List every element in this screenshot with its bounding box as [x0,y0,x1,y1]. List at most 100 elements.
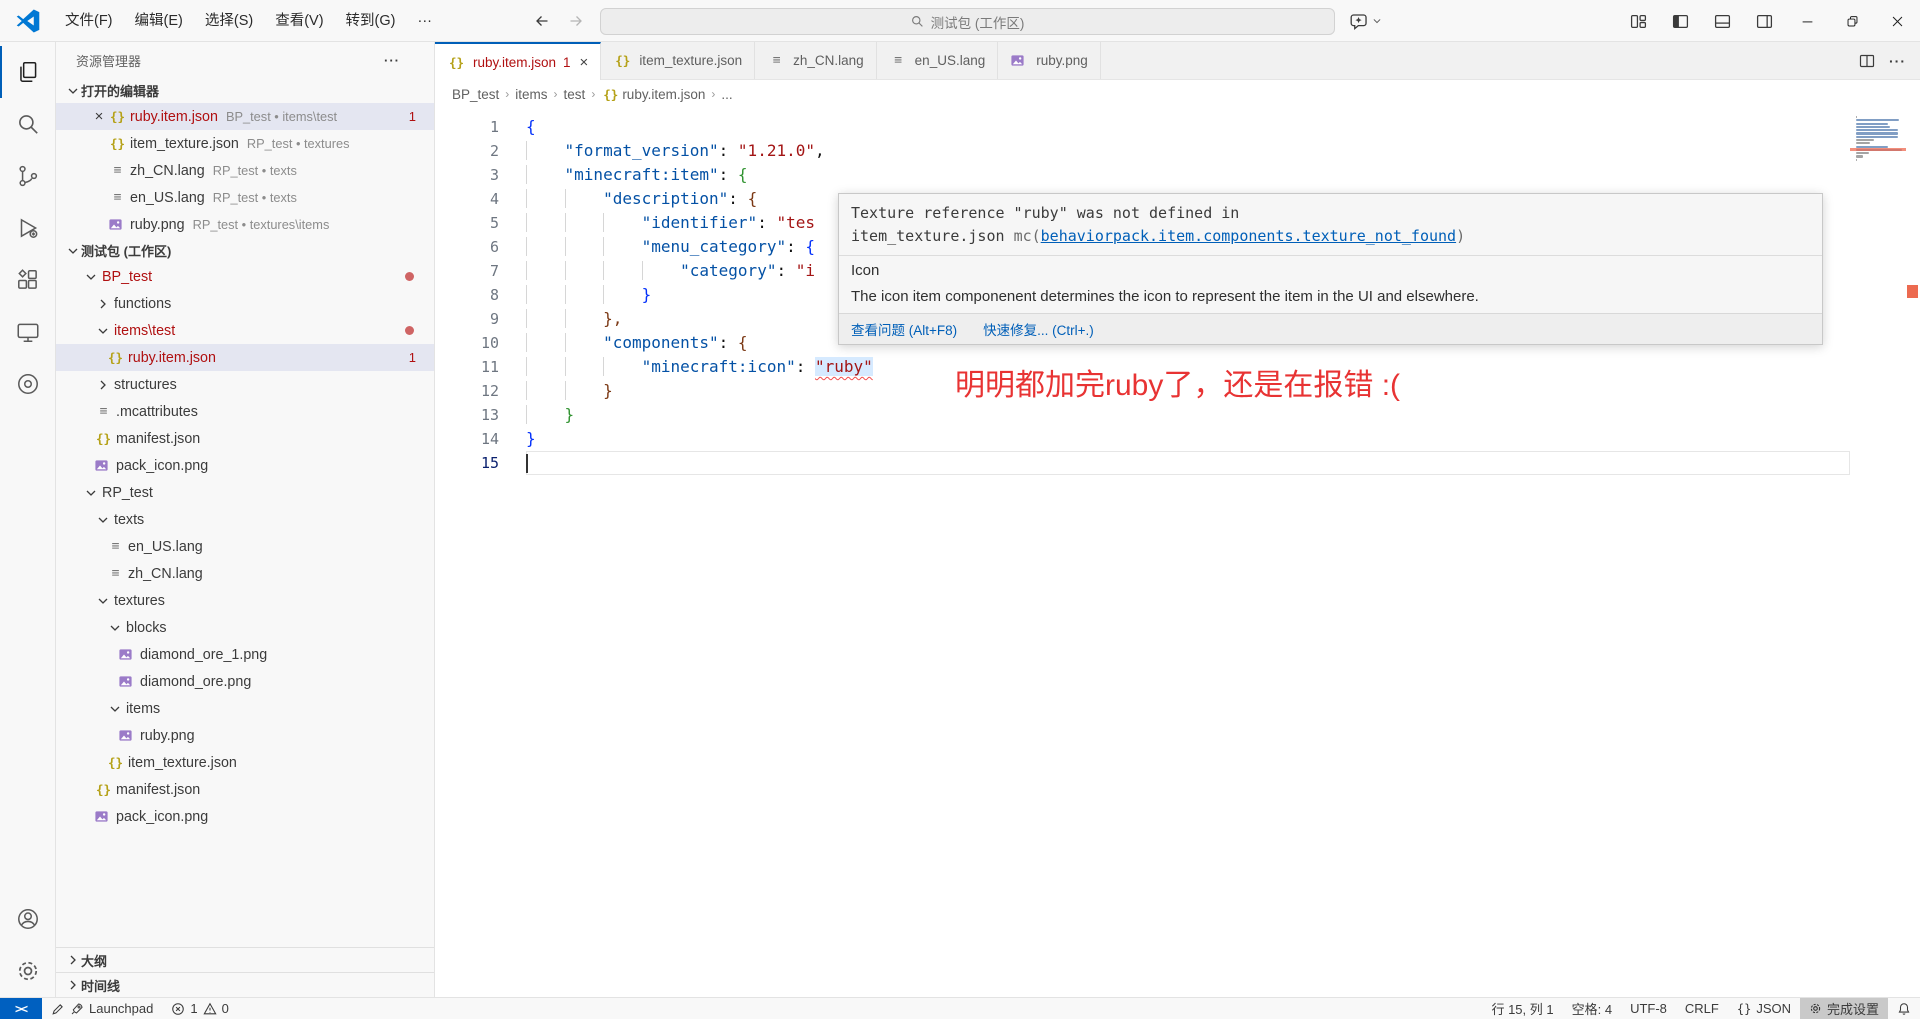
tab-en_US.lang[interactable]: ≡en_US.lang [877,42,999,79]
line-number[interactable]: 11 [435,355,526,379]
line-number[interactable]: 6 [435,235,526,259]
breadcrumb-item[interactable]: BP_test [452,87,499,102]
breadcrumb-item[interactable]: items [515,87,547,102]
line-number[interactable]: 5 [435,211,526,235]
tree-file[interactable]: pack_icon.png [56,803,434,830]
code-line[interactable]: 3 "minecraft:item": { [435,163,1920,187]
tree-file[interactable]: {}ruby.item.json1 [56,344,434,371]
sidebar-more-actions-icon[interactable]: ··· [384,53,400,68]
open-editor-item[interactable]: ≡en_US.langRP_test • texts [56,184,434,211]
split-editor-icon[interactable] [1859,53,1875,69]
tree-folder[interactable]: items\test [56,317,434,344]
tree-folder[interactable]: RP_test [56,479,434,506]
breadcrumb-item[interactable]: test [564,87,586,102]
minimize-button[interactable] [1785,0,1830,42]
quick-fix-action[interactable]: 快速修复... (Ctrl+.) [983,319,1094,339]
menu-item-4[interactable]: 转到(G) [335,0,407,42]
line-number[interactable]: 1 [435,115,526,139]
outline-section[interactable]: 大纲 [56,947,434,972]
tree-folder[interactable]: texts [56,506,434,533]
remote-explorer-icon[interactable] [0,306,55,358]
workspace-header[interactable]: 测试包 (工作区) [56,238,434,263]
toggle-panel-icon[interactable] [1701,0,1743,42]
code-area[interactable]: 1{2 "format_version": "1.21.0",3 "minecr… [435,108,1920,997]
tree-file[interactable]: ruby.png [56,722,434,749]
breadcrumb-item[interactable]: ... [721,87,732,102]
status-setup[interactable]: 完成设置 [1800,998,1888,1019]
tree-file[interactable]: {}manifest.json [56,425,434,452]
error-code-link[interactable]: behaviorpack.item.components.texture_not… [1041,227,1456,245]
tree-file[interactable]: ≡en_US.lang [56,533,434,560]
open-editor-item[interactable]: ruby.pngRP_test • textures\items [56,211,434,238]
tab-item_texture.json[interactable]: {}item_texture.json [601,42,755,79]
line-number[interactable]: 13 [435,403,526,427]
tree-folder[interactable]: structures [56,371,434,398]
menu-item-3[interactable]: 查看(V) [264,0,334,42]
tree-file[interactable]: diamond_ore_1.png [56,641,434,668]
code-line[interactable]: 15 [435,451,1920,475]
tree-folder[interactable]: blocks [56,614,434,641]
status-encoding[interactable]: UTF-8 [1621,998,1676,1019]
line-number[interactable]: 15 [435,451,526,475]
line-number[interactable]: 7 [435,259,526,283]
command-center-search[interactable]: 测试包 (工作区) [600,8,1335,35]
account-icon[interactable] [0,893,55,945]
explorer-icon[interactable] [0,46,55,98]
remote-indicator[interactable]: >< [0,998,42,1019]
status-indentation[interactable]: 空格: 4 [1563,998,1621,1019]
open-editors-header[interactable]: 打开的编辑器 [56,78,434,103]
tree-file[interactable]: {}manifest.json [56,776,434,803]
open-editor-item[interactable]: ≡zh_CN.langRP_test • texts [56,157,434,184]
line-number[interactable]: 12 [435,379,526,403]
menu-item-1[interactable]: 编辑(E) [124,0,194,42]
status-language-mode[interactable]: {}JSON [1728,998,1800,1019]
line-number[interactable]: 10 [435,331,526,355]
customize-layout-icon[interactable] [1617,0,1659,42]
open-editor-item[interactable]: ×{}ruby.item.jsonBP_test • items\test1 [56,103,434,130]
menu-item-more[interactable]: ··· [406,0,443,42]
close-icon[interactable]: × [90,108,108,125]
status-problems[interactable]: 1 0 [162,998,237,1019]
status-cursor-position[interactable]: 行 15, 列 1 [1482,998,1562,1019]
tree-file[interactable]: {}item_texture.json [56,749,434,776]
open-editor-item[interactable]: {}item_texture.jsonRP_test • textures [56,130,434,157]
line-number[interactable]: 9 [435,307,526,331]
back-arrow-icon[interactable] [528,8,556,34]
tree-folder[interactable]: items [56,695,434,722]
tab-ruby.png[interactable]: ruby.png [998,42,1101,79]
line-number[interactable]: 4 [435,187,526,211]
code-line[interactable]: 13 } [435,403,1920,427]
status-launchpad[interactable]: Launchpad [42,998,162,1019]
tree-folder[interactable]: functions [56,290,434,317]
tree-file[interactable]: ≡.mcattributes [56,398,434,425]
tree-file[interactable]: pack_icon.png [56,452,434,479]
close-window-button[interactable] [1875,0,1920,42]
tree-file[interactable]: diamond_ore.png [56,668,434,695]
menu-item-0[interactable]: 文件(F) [54,0,124,42]
code-line[interactable]: 2 "format_version": "1.21.0", [435,139,1920,163]
code-line[interactable]: 1{ [435,115,1920,139]
tree-file[interactable]: ≡zh_CN.lang [56,560,434,587]
tab-zh_CN.lang[interactable]: ≡zh_CN.lang [755,42,877,79]
line-number[interactable]: 8 [435,283,526,307]
line-number[interactable]: 3 [435,163,526,187]
editor-more-actions-icon[interactable]: ··· [1889,53,1906,69]
forward-arrow-icon[interactable] [562,8,590,34]
line-number[interactable]: 14 [435,427,526,451]
close-icon[interactable]: × [580,54,589,71]
tree-folder[interactable]: textures [56,587,434,614]
copilot-button[interactable] [1350,8,1382,34]
view-problem-action[interactable]: 查看问题 (Alt+F8) [851,319,957,339]
settings-icon[interactable] [0,945,55,997]
tab-ruby.item.json[interactable]: {}ruby.item.json1× [435,42,601,80]
run-debug-icon[interactable] [0,202,55,254]
notifications-bell[interactable] [1888,998,1920,1019]
tree-folder[interactable]: BP_test [56,263,434,290]
restore-button[interactable] [1830,0,1875,42]
code-line[interactable]: 14} [435,427,1920,451]
line-number[interactable]: 2 [435,139,526,163]
timeline-section[interactable]: 时间线 [56,972,434,997]
breadcrumb-item[interactable]: {}ruby.item.json [601,87,705,102]
source-control-icon[interactable] [0,150,55,202]
extensions-icon[interactable] [0,254,55,306]
